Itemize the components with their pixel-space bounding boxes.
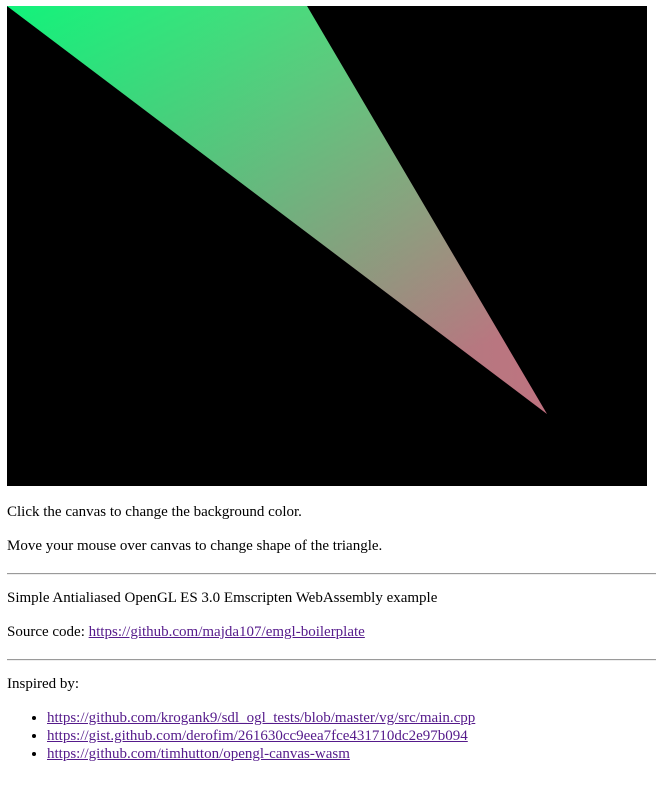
list-item: https://github.com/timhutton/opengl-canv… [47,745,475,763]
webgl-canvas[interactable] [7,6,647,486]
gradient-triangle-highlight [7,6,547,414]
inspired-list: https://github.com/krogank9/sdl_ogl_test… [7,709,475,763]
source-code-link[interactable]: https://github.com/majda107/emgl-boilerp… [89,624,365,640]
inspired-heading: Inspired by: [7,676,80,692]
source-code-label: Source code: [7,624,89,640]
click-instruction: Click the canvas to change the backgroun… [7,504,302,520]
inspired-link-opengl-canvas-wasm[interactable]: https://github.com/timhutton/opengl-canv… [47,746,350,762]
list-item: https://github.com/krogank9/sdl_ogl_test… [47,709,475,727]
divider [7,573,656,575]
source-code-line: Source code: https://github.com/majda107… [7,623,365,641]
description-text: Simple Antialiased OpenGL ES 3.0 Emscrip… [7,590,438,606]
divider [7,659,656,661]
move-instruction: Move your mouse over canvas to change sh… [7,538,383,554]
inspired-link-sdl-ogl-tests[interactable]: https://github.com/krogank9/sdl_ogl_test… [47,710,475,726]
list-item: https://gist.github.com/derofim/261630cc… [47,727,475,745]
inspired-link-gist[interactable]: https://gist.github.com/derofim/261630cc… [47,728,468,744]
triangle-render [7,6,547,414]
